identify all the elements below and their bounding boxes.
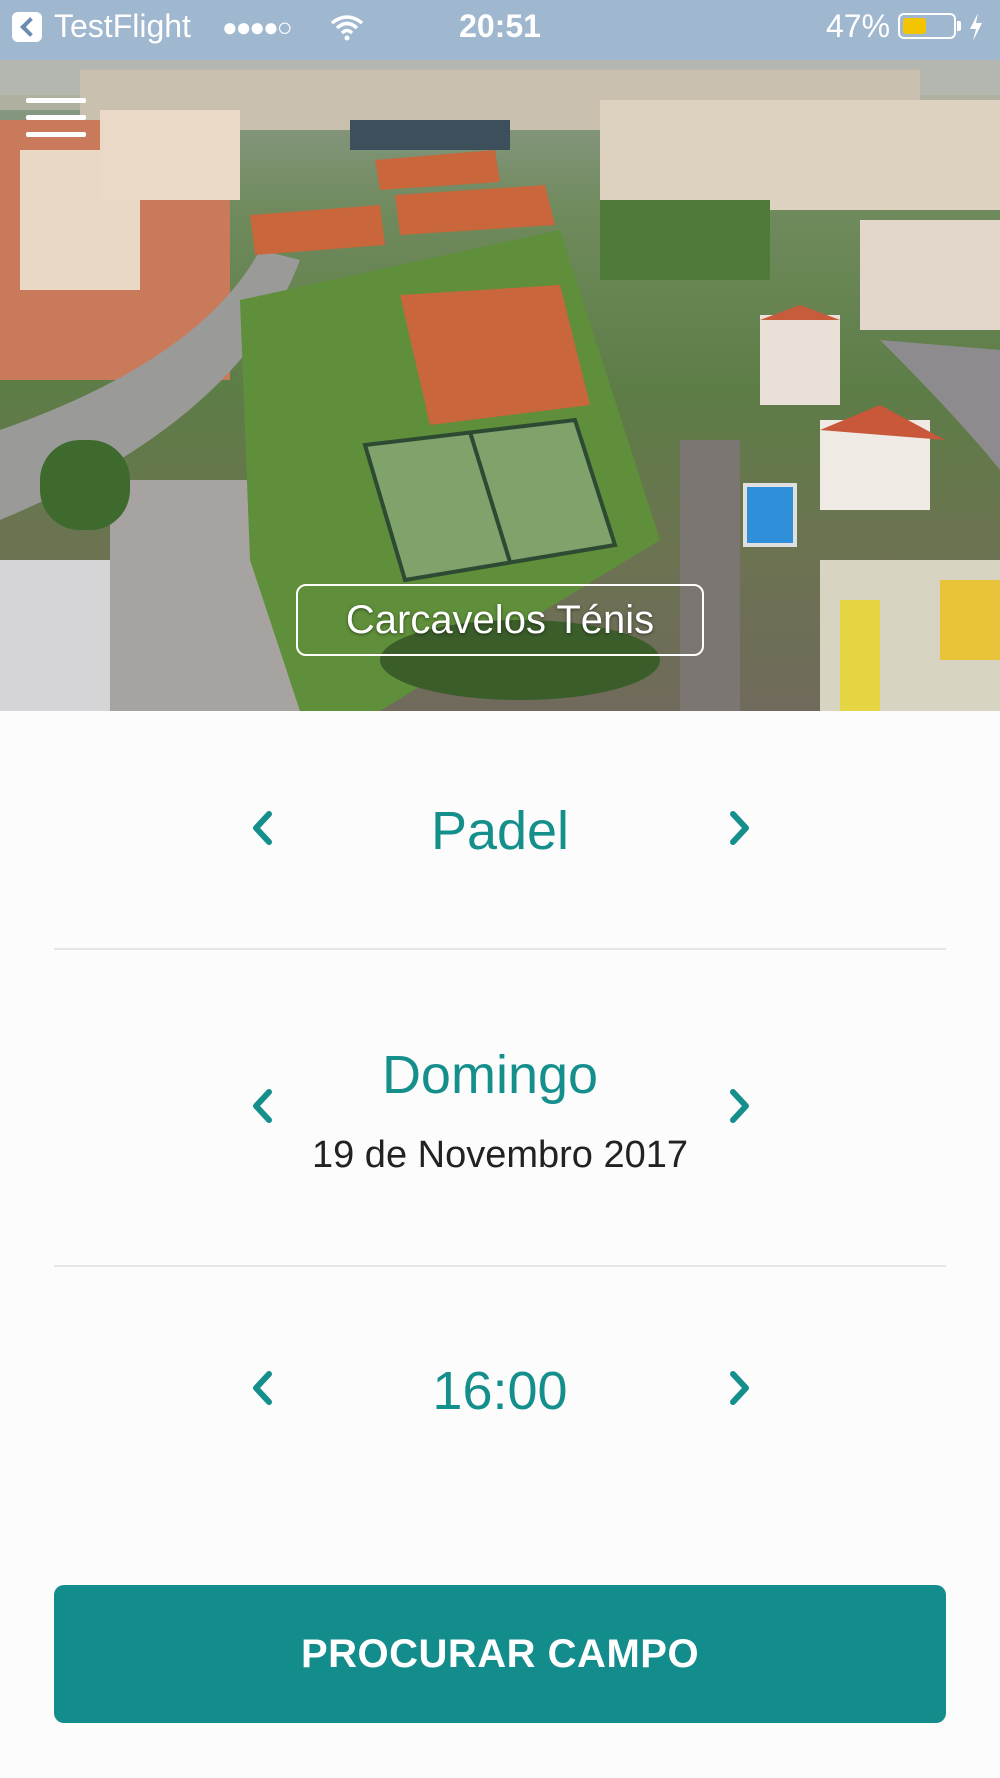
battery-fill (903, 18, 926, 34)
sport-value: Padel (430, 801, 570, 861)
hamburger-menu-icon[interactable] (26, 98, 86, 138)
date-next-chevron-right-icon[interactable] (718, 1086, 758, 1126)
divider (54, 1265, 946, 1267)
time-next-chevron-right-icon[interactable] (718, 1368, 758, 1408)
battery-percent: 47% (826, 8, 891, 44)
time-value: 16:00 (432, 1361, 568, 1421)
date-full: 19 de Novembro 2017 (311, 1134, 689, 1176)
time-selector: 16:00 (0, 1350, 1000, 1450)
venue-name-label[interactable]: Carcavelos Ténis (296, 584, 704, 656)
hero-image: TestFlight ●●●●○ 20:51 47% Carcavelos Té… (0, 0, 1000, 711)
search-court-button[interactable]: PROCURAR CAMPO (54, 1585, 946, 1723)
charging-icon (968, 12, 984, 49)
battery-icon (898, 13, 961, 39)
date-selector: Domingo 19 de Novembro 2017 (0, 1040, 1000, 1180)
sport-next-chevron-right-icon[interactable] (718, 808, 758, 848)
date-weekday: Domingo (381, 1045, 599, 1105)
status-bar: TestFlight ●●●●○ 20:51 47% (0, 0, 1000, 54)
sport-selector: Padel (0, 790, 1000, 890)
divider (54, 948, 946, 950)
